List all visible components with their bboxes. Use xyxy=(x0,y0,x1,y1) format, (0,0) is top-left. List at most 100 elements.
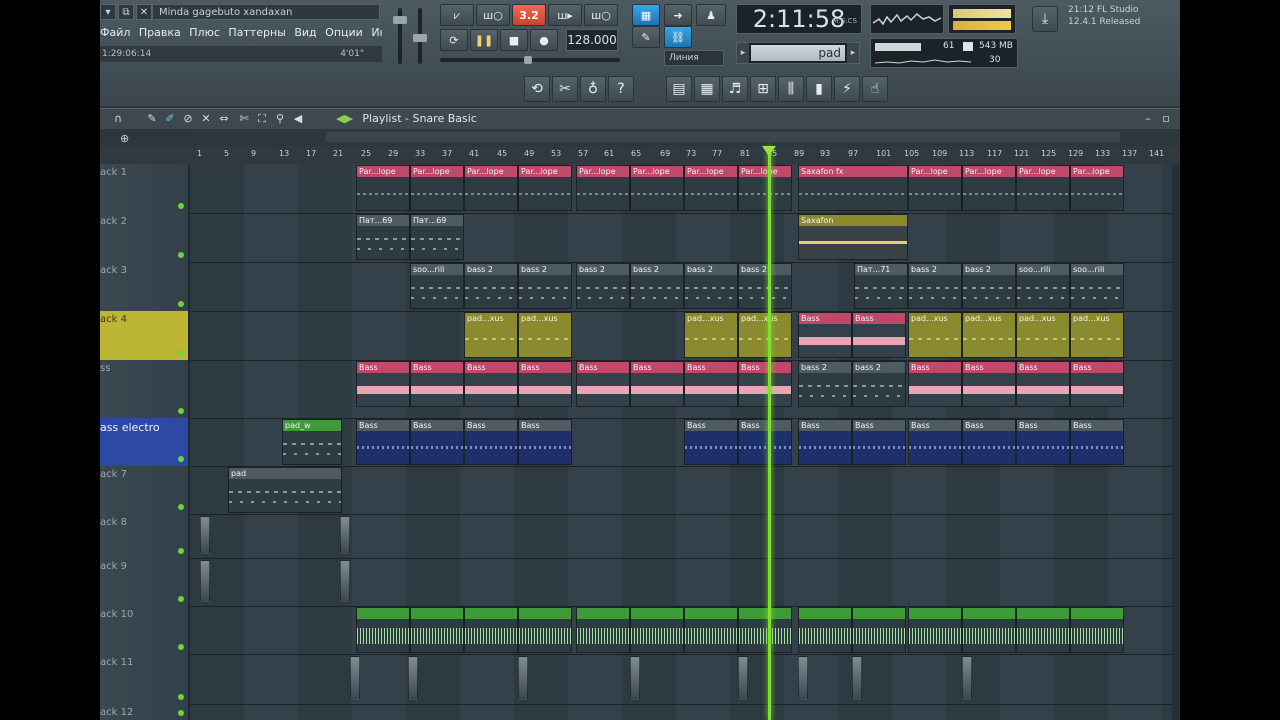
pattern-mode-button[interactable]: ▦ xyxy=(632,4,660,26)
playlist-clip[interactable]: bass 2 xyxy=(518,263,572,309)
pattern-number-button[interactable]: 3.2 xyxy=(512,4,546,26)
playlist-clip[interactable]: Bass xyxy=(684,361,738,407)
close-button[interactable]: ✕ xyxy=(136,4,152,20)
play-pause-button[interactable]: ❚❚ xyxy=(470,29,498,51)
playlist-clip[interactable]: Bass xyxy=(356,361,410,407)
playlist-minimize-icon[interactable]: – xyxy=(1140,111,1156,127)
playlist-clip[interactable]: Bass xyxy=(962,361,1016,407)
sample-clip[interactable] xyxy=(798,656,808,700)
playlist-clip[interactable]: pad_w xyxy=(282,419,342,465)
playlist-clip[interactable]: Bass xyxy=(410,361,464,407)
playlist-clip[interactable] xyxy=(684,607,738,653)
playlist-clip[interactable]: Bass xyxy=(630,361,684,407)
playlist-clip[interactable]: bass 2 xyxy=(852,361,906,407)
playlist-clip[interactable]: pad...xus xyxy=(684,312,738,358)
playback-tool-icon[interactable]: ◀ xyxy=(290,111,306,127)
playlist-clip[interactable]: Par...lope xyxy=(464,165,518,211)
cut-icon[interactable]: ✂ xyxy=(552,76,578,102)
horizontal-scrollbar[interactable] xyxy=(196,130,1180,144)
playlist-clip[interactable]: Bass xyxy=(518,419,572,465)
typing-keyboard-button[interactable]: ♟ xyxy=(696,4,726,26)
playlist-clip[interactable]: Bass xyxy=(518,361,572,407)
playlist-clip[interactable]: bass 2 xyxy=(962,263,1016,309)
track-led-icon[interactable] xyxy=(178,301,184,307)
menu-patterns[interactable]: Паттерны xyxy=(228,26,285,39)
link-button[interactable]: ⛓ xyxy=(664,26,692,48)
playlist-clip[interactable]: pad xyxy=(228,467,342,513)
playlist-clip[interactable]: pad...xus xyxy=(518,312,572,358)
track-led-icon[interactable] xyxy=(178,504,184,510)
playlist-clip[interactable]: Bass xyxy=(464,361,518,407)
song-mode-button[interactable]: ➜ xyxy=(664,4,692,26)
playlist-clip[interactable]: Bass xyxy=(410,419,464,465)
menu-tools[interactable]: Инструменты xyxy=(371,26,382,39)
playlist-clip[interactable]: Bass xyxy=(962,419,1016,465)
step-sequencer-icon[interactable]: ▦ xyxy=(694,76,720,102)
playlist-clip[interactable]: Par...lope xyxy=(576,165,630,211)
playlist-clip[interactable]: Bass xyxy=(798,312,852,358)
snap-selector[interactable]: Линия xyxy=(664,50,724,66)
playlist-clip[interactable]: Par...lope xyxy=(684,165,738,211)
track-header[interactable]: ss xyxy=(100,360,190,418)
sample-clip[interactable] xyxy=(350,656,360,700)
playlist-clip[interactable]: pad...xus xyxy=(464,312,518,358)
playlist-clip[interactable]: pad...xus xyxy=(738,312,792,358)
playlist-clip[interactable]: Bass xyxy=(738,361,792,407)
playlist-clip[interactable]: pad...xus xyxy=(962,312,1016,358)
track-led-icon[interactable] xyxy=(178,548,184,554)
menu-add[interactable]: Плюс xyxy=(189,26,220,39)
playlist-clip[interactable] xyxy=(576,607,630,653)
playlist-clip[interactable]: Par...lope xyxy=(410,165,464,211)
microphone-icon[interactable]: ♁ xyxy=(580,76,606,102)
pattern-selector[interactable]: ▸ pad ▸ xyxy=(736,42,860,64)
playlist-clip[interactable]: Bass xyxy=(684,419,738,465)
menu-edit[interactable]: Правка xyxy=(139,26,181,39)
track-header[interactable]: ack 11 xyxy=(100,654,190,704)
playlist-clip[interactable]: Bass xyxy=(1070,361,1124,407)
scrollbar-thumb[interactable] xyxy=(326,132,1120,142)
help-icon[interactable]: ? xyxy=(608,76,634,102)
stop-button[interactable]: ■ xyxy=(500,29,528,51)
step-edit-button[interactable]: ✎ xyxy=(632,26,660,48)
record-button[interactable]: ● xyxy=(530,29,558,51)
track-led-icon[interactable] xyxy=(178,710,184,716)
timeline-ruler[interactable]: 1 5 9 13 17 21 25 29 33 37 41 45 49 53 57 61 65 69 73 77 81 8… xyxy=(100,146,1180,165)
track-header[interactable]: ack 7 xyxy=(100,466,190,514)
playlist-clip[interactable]: Par...lope xyxy=(518,165,572,211)
touch-controller-icon[interactable]: ☝ xyxy=(862,76,888,102)
countdown-button[interactable]: ш○ xyxy=(584,4,618,26)
playlist-clip[interactable]: Par...lope xyxy=(908,165,962,211)
playlist-clip[interactable]: soo...rili xyxy=(410,263,464,309)
playlist-clip[interactable]: Saxafon xyxy=(798,214,908,260)
playlist-clip[interactable] xyxy=(410,607,464,653)
track-led-icon[interactable] xyxy=(178,644,184,650)
playlist-maximize-icon[interactable]: ▫ xyxy=(1158,111,1174,127)
menu-view[interactable]: Вид xyxy=(294,26,316,39)
playlist-clip[interactable] xyxy=(852,607,906,653)
tempo-display[interactable]: 128.000 xyxy=(566,29,618,51)
playlist-clip[interactable]: soo...rili xyxy=(1070,263,1124,309)
playlist-clip[interactable] xyxy=(1016,607,1070,653)
track-header[interactable]: ack 2 xyxy=(100,213,190,262)
track-header[interactable]: ack 8 xyxy=(100,514,190,558)
select-tool-icon[interactable]: ⛶ xyxy=(254,111,270,127)
playlist-clip[interactable]: Bass xyxy=(738,419,792,465)
sample-clip[interactable] xyxy=(630,656,640,700)
playlist-clip[interactable] xyxy=(630,607,684,653)
sample-clip[interactable] xyxy=(852,656,862,700)
zoom-tool-icon[interactable]: ⚲ xyxy=(272,111,288,127)
playlist-clip[interactable]: Par...lope xyxy=(962,165,1016,211)
metronome-button[interactable]: ш○ xyxy=(476,4,510,26)
playlist-clip[interactable]: Пат...69 xyxy=(410,214,464,260)
pattern-prev-arrow-icon[interactable]: ▸ xyxy=(737,43,749,63)
playlist-clip[interactable]: Saxafon fx xyxy=(798,165,908,211)
song-time-display[interactable]: 2:11:58 M:S:CS xyxy=(736,4,862,34)
playlist-clip[interactable]: Пат...71 xyxy=(854,263,908,309)
slice-tool-icon[interactable]: ✄ xyxy=(236,111,252,127)
track-led-icon[interactable] xyxy=(178,408,184,414)
playlist-clip[interactable]: pad...xus xyxy=(1070,312,1124,358)
playlist-clip[interactable]: Par...lope xyxy=(356,165,410,211)
sample-clip[interactable] xyxy=(962,656,972,700)
menu-options[interactable]: Опции xyxy=(325,26,363,39)
menu-file[interactable]: Файл xyxy=(100,26,130,39)
